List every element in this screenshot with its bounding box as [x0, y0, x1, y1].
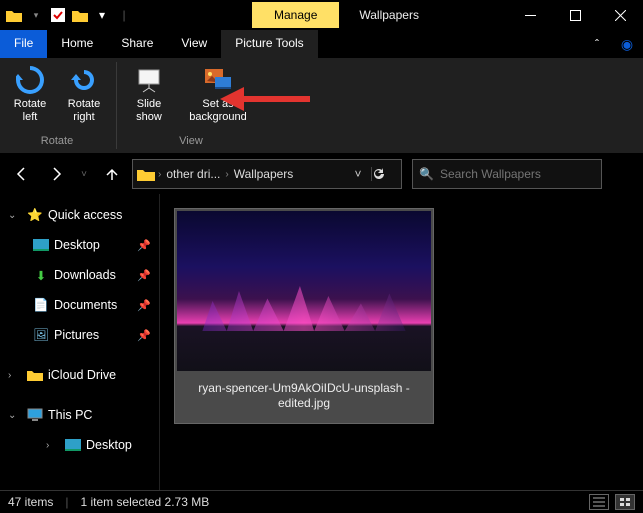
desktop-icon: [32, 239, 50, 251]
overflow-icon[interactable]: ▾: [92, 5, 112, 25]
navigation-pane: ⌄ ⭐ Quick access Desktop 📌 ⬇ Downloads 📌…: [0, 194, 160, 490]
maximize-button[interactable]: [553, 0, 598, 30]
star-icon: ⭐: [26, 208, 44, 223]
computer-icon: [26, 408, 44, 422]
ribbon-separator: [116, 62, 117, 149]
search-box[interactable]: 🔍: [412, 159, 602, 189]
folder-icon: [137, 167, 155, 181]
document-icon: 📄: [32, 298, 50, 313]
expand-icon[interactable]: ⌄: [8, 210, 22, 221]
rotate-group-label: Rotate: [41, 135, 73, 149]
nav-up-button[interactable]: [98, 160, 126, 188]
folder-icon: [4, 5, 24, 25]
rotate-left-icon: [14, 64, 46, 96]
sidebar-item-label: Desktop: [54, 238, 100, 252]
search-input[interactable]: [440, 167, 595, 181]
refresh-icon[interactable]: [371, 167, 397, 181]
desktop-icon: [64, 439, 82, 451]
picture-icon: 🖼: [32, 328, 50, 343]
sidebar-item-quick-access[interactable]: ⌄ ⭐ Quick access: [0, 200, 159, 230]
sidebar-item-this-pc[interactable]: ⌄ This PC: [0, 400, 159, 430]
pin-icon[interactable]: 📌: [137, 299, 151, 312]
slideshow-button[interactable]: Slide show: [125, 62, 173, 126]
sidebar-item-label: Pictures: [54, 328, 99, 342]
help-icon[interactable]: ◉: [611, 30, 643, 58]
minimize-button[interactable]: [508, 0, 553, 30]
tab-share[interactable]: Share: [107, 30, 167, 58]
tab-picture-tools[interactable]: Picture Tools: [221, 30, 317, 58]
window-title: Wallpapers: [359, 8, 419, 22]
pin-icon[interactable]: 📌: [137, 329, 151, 342]
checkbox-properties-icon[interactable]: [48, 5, 68, 25]
sidebar-item-icloud[interactable]: › iCloud Drive: [0, 360, 159, 390]
sidebar-item-documents[interactable]: 📄 Documents 📌: [0, 290, 159, 320]
dropdown-icon[interactable]: ▾: [26, 5, 46, 25]
rotate-right-label: Rotate right: [68, 98, 100, 124]
sidebar-item-label: Downloads: [54, 268, 116, 282]
folder-open-icon[interactable]: [70, 5, 90, 25]
collapse-ribbon-icon[interactable]: ˆ: [583, 30, 611, 58]
sidebar-item-desktop[interactable]: Desktop 📌: [0, 230, 159, 260]
address-bar[interactable]: › other dri... › Wallpapers ˅: [132, 159, 402, 189]
thumbnail-view-button[interactable]: [615, 494, 635, 510]
nav-recent-icon[interactable]: ˅: [76, 160, 92, 188]
expand-icon[interactable]: ⌄: [8, 410, 22, 421]
rotate-right-button[interactable]: Rotate right: [60, 62, 108, 126]
tab-view[interactable]: View: [167, 30, 221, 58]
status-item-count: 47 items: [8, 495, 53, 509]
expand-icon[interactable]: ›: [46, 440, 60, 451]
details-view-button[interactable]: [589, 494, 609, 510]
projector-screen-icon: [133, 64, 165, 96]
sidebar-item-label: Desktop: [86, 438, 132, 452]
address-history-icon[interactable]: ˅: [345, 167, 371, 181]
separator-icon: |: [65, 495, 68, 509]
separator-icon: |: [114, 5, 134, 25]
sidebar-item-pictures[interactable]: 🖼 Pictures 📌: [0, 320, 159, 350]
sidebar-item-label: iCloud Drive: [48, 368, 116, 382]
file-list[interactable]: ryan-spencer-Um9AkOiIDcU-unsplash - edit…: [160, 194, 643, 490]
expand-icon[interactable]: ›: [8, 370, 22, 381]
slideshow-label: Slide show: [136, 98, 162, 124]
rotate-right-icon: [68, 64, 100, 96]
close-button[interactable]: [598, 0, 643, 30]
file-caption: ryan-spencer-Um9AkOiIDcU-unsplash - edit…: [177, 371, 431, 421]
tab-home[interactable]: Home: [47, 30, 107, 58]
search-icon: 🔍: [419, 167, 434, 181]
sidebar-item-label: Quick access: [48, 208, 122, 222]
sidebar-item-downloads[interactable]: ⬇ Downloads 📌: [0, 260, 159, 290]
status-bar: 47 items | 1 item selected 2.73 MB: [0, 490, 643, 513]
pin-icon[interactable]: 📌: [137, 239, 151, 252]
chevron-right-icon[interactable]: ›: [155, 169, 164, 180]
nav-back-button[interactable]: [8, 160, 36, 188]
annotation-arrow: [220, 84, 310, 114]
sidebar-item-desktop2[interactable]: › Desktop: [0, 430, 159, 460]
file-thumbnail-selected[interactable]: ryan-spencer-Um9AkOiIDcU-unsplash - edit…: [174, 208, 434, 424]
view-group-label: View: [179, 135, 203, 149]
folder-icon: [26, 369, 44, 381]
rotate-left-button[interactable]: Rotate left: [6, 62, 54, 126]
tab-file[interactable]: File: [0, 30, 47, 58]
contextual-tab-label: Manage: [252, 2, 339, 28]
thumbnail-image: [177, 211, 431, 371]
pin-icon[interactable]: 📌: [137, 269, 151, 282]
download-icon: ⬇: [32, 268, 50, 283]
breadcrumb-2[interactable]: Wallpapers: [232, 167, 296, 181]
sidebar-item-label: Documents: [54, 298, 117, 312]
status-selection: 1 item selected 2.73 MB: [80, 495, 209, 509]
sidebar-item-label: This PC: [48, 408, 92, 422]
chevron-right-icon[interactable]: ›: [222, 169, 231, 180]
nav-forward-button[interactable]: [42, 160, 70, 188]
breadcrumb-1[interactable]: other dri...: [164, 167, 222, 181]
rotate-left-label: Rotate left: [14, 98, 46, 124]
